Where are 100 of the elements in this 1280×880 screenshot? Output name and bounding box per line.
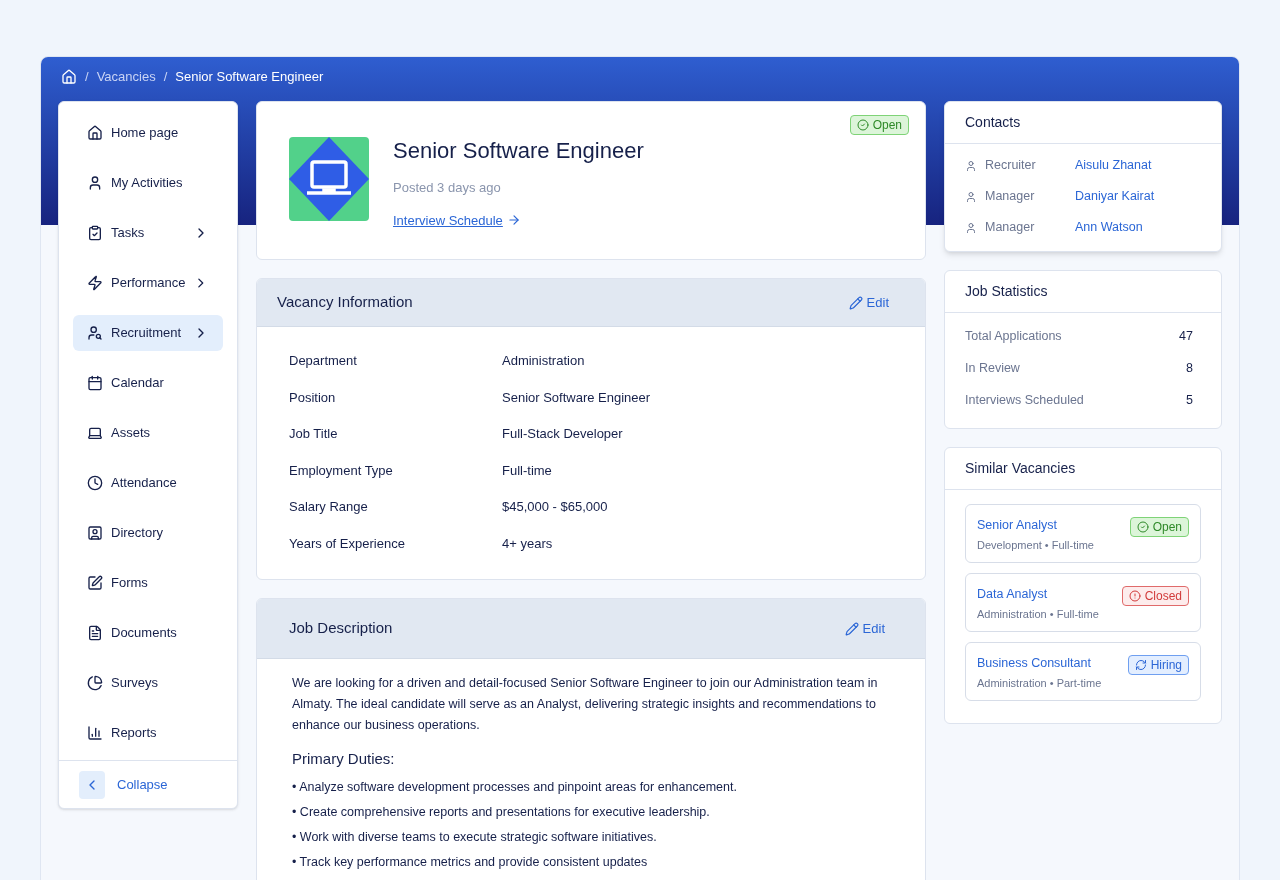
lightning-icon [87,275,103,291]
user-icon [87,175,103,191]
stat-value: 8 [1186,359,1194,377]
field-label: Salary Range [289,498,369,516]
card-title: Job Description [289,618,393,639]
sidebar-item[interactable]: Tasks [73,215,223,251]
laptop-icon [87,425,103,441]
card-title: Similar Vacancies [965,459,1076,478]
stat-label: Total Applications [965,327,1062,345]
sidebar-label: Attendance [111,474,178,493]
vacancy-card[interactable]: Data Analyst Administration • Full-time Closed [965,573,1201,632]
sidebar-label: Assets [111,424,151,443]
field-value: Senior Software Engineer [502,388,651,407]
field-label: Employment Type [289,461,394,480]
contact-name-link[interactable]: Aisulu Zhanat [1075,156,1152,175]
duty-item: • Work with diverse teams to execute strategic software initiatives. [292,828,658,846]
user-icon [965,159,977,172]
sidebar-label: Documents [111,624,178,643]
sidebar-item[interactable]: Calendar [73,365,223,401]
breadcrumb-separator: / [163,68,168,87]
breadcrumb-separator: / [85,68,89,87]
duty-item: • Analyze software development processes and pinpoint areas for enhancement. [292,778,738,796]
sidebar-item[interactable]: Attendance [73,465,223,501]
collapse-link[interactable]: Collapse [117,774,168,795]
field-label: Job Title [289,425,339,443]
stat-label: In Review [965,359,1020,377]
job-logo-icon [289,137,369,221]
check-circle-icon [856,119,869,131]
status-badge: Closed [1121,586,1189,606]
sidebar-label: My Activities [111,174,184,193]
clipboard-icon [87,225,103,241]
duty-item: • Create comprehensive reports and presentations for executive leadership. [292,803,711,821]
description-paragraph: We are looking for a driven and detail-focused Senior Software Engineer to join our Administration team in Almaty. The ideal candidate will serve as an Analyst, delivering strategic insights and recommendations to enhance our business operations. [292,675,879,734]
sidebar-item[interactable]: Surveys [73,665,223,701]
status-badge: Open [1129,517,1189,537]
vacancy-title: Data Analyst [977,586,1048,602]
field-label: Position [289,388,337,407]
field-value: $45,000 - $65,000 [502,498,608,516]
card-title: Job Statistics [965,282,1048,301]
edit-button[interactable]: Edit [848,292,905,313]
stat-value: 47 [1179,327,1194,345]
vacancy-meta: Development • Full-time [977,538,1094,553]
posted-date: Posted 3 days ago [393,179,502,197]
sidebar-label: Tasks [111,224,146,243]
vacancy-title: Business Consultant [977,655,1091,671]
field-value: Administration [502,352,585,370]
field-label: Years of Experience [289,534,406,553]
sidebar-label: Directory [111,524,164,543]
contact-name-link[interactable]: Daniyar Kairat [1075,187,1155,206]
sidebar-item[interactable]: Directory [73,515,223,551]
sidebar-label: Surveys [111,674,159,693]
sidebar-item[interactable]: Forms [73,565,223,601]
pie-chart-icon [87,675,103,691]
duties-heading: Primary Duties: [292,749,396,769]
status-badge: Hiring [1127,655,1189,675]
pencil-icon [848,295,863,310]
sidebar-item[interactable]: Performance [73,265,223,301]
edit-button[interactable]: Edit [844,618,893,639]
sidebar-label: Calendar [111,374,165,393]
vacancy-card[interactable]: Senior Analyst Development • Full-time Open [965,504,1201,563]
vacancy-meta: Administration • Full-time [977,607,1099,622]
user-icon [965,221,977,234]
sidebar-label: Performance [111,274,186,293]
field-label: Department [289,352,358,370]
contact-role: Recruiter [985,157,1037,175]
status-badge: Open [849,115,909,135]
vacancy-meta: Administration • Part-time [977,676,1102,691]
breadcrumb-link[interactable]: Vacancies [96,67,156,87]
stat-label: Interviews Scheduled [965,391,1084,409]
stat-value: 5 [1186,391,1194,409]
card-title: Vacancy Information [277,292,413,313]
alert-circle-icon [1128,590,1141,602]
bar-chart-icon [87,725,103,741]
contact-name-link[interactable]: Ann Watson [1075,218,1143,237]
vacancy-title: Senior Analyst [977,517,1057,533]
contact-card-icon [87,525,103,541]
job-title: Senior Software Engineer [393,137,644,165]
interview-schedule-link[interactable]: Interview Schedule [393,210,644,230]
edit-form-icon [87,575,103,591]
refresh-icon [1134,659,1147,671]
pencil-icon [844,621,859,636]
field-value: Full-Stack Developer [502,425,623,443]
sidebar-item[interactable]: Documents [73,615,223,651]
sidebar-label: Reports [111,724,158,743]
sidebar-item[interactable]: Reports [73,715,223,751]
vacancy-card[interactable]: Business Consultant Administration • Part-time Hiring [965,642,1201,701]
breadcrumb-current: Senior Software Engineer [175,68,324,87]
field-value: Full-time [502,461,552,480]
field-value: 4+ years [502,534,553,553]
check-circle-icon [1136,521,1149,533]
sidebar-item[interactable]: My Activities [73,165,223,201]
sidebar-item[interactable]: Recruitment [73,315,223,351]
contact-role: Manager [985,219,1036,237]
home-icon[interactable] [61,69,77,85]
sidebar-label: Forms [111,574,149,593]
duty-item: • Track key performance metrics and provide consistent updates [292,853,649,871]
sidebar-item[interactable]: Assets [73,415,223,451]
document-icon [87,625,103,641]
home-icon [87,125,103,141]
sidebar-item[interactable]: Home page [73,115,223,151]
